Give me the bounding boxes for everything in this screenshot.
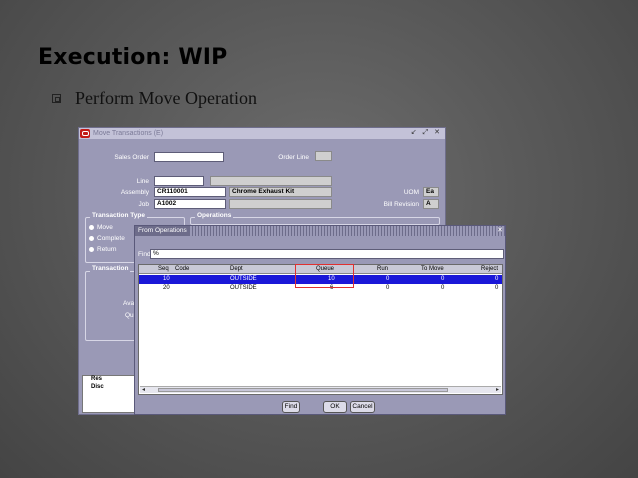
available-label: Ava xyxy=(123,300,135,307)
queue-highlight-box xyxy=(295,264,354,288)
lower-item-disc: Disc xyxy=(91,384,104,390)
cancel-button[interactable]: Cancel xyxy=(350,401,375,413)
radio-complete[interactable]: Complete xyxy=(89,235,125,242)
bill-revision-field: A xyxy=(423,199,439,209)
column-header-run[interactable]: Run xyxy=(377,266,388,272)
column-header-code[interactable]: Code xyxy=(175,266,189,272)
line-description-field xyxy=(210,176,332,186)
oracle-logo-icon xyxy=(80,129,90,138)
cell-reject: 0 xyxy=(495,285,499,291)
find-label: Find xyxy=(138,251,151,258)
window-titlebar: Move Transactions (E) ↙ ⤢ ✕ xyxy=(79,128,445,139)
assembly-description-field: Chrome Exhaust Kit xyxy=(229,187,332,197)
cell-dept: OUTSIDE xyxy=(230,276,257,282)
ok-button[interactable]: OK xyxy=(323,401,347,413)
quantity-label: Qu xyxy=(125,312,134,319)
close-icon[interactable]: ✕ xyxy=(497,226,503,236)
order-line-field[interactable] xyxy=(315,151,332,161)
cell-run: 0 xyxy=(386,285,390,291)
line-label: Line xyxy=(136,178,149,185)
column-header-dept[interactable]: Dept xyxy=(230,266,243,272)
job-description-field xyxy=(229,199,332,209)
job-label: Job xyxy=(138,201,149,208)
scroll-right-icon[interactable]: ▸ xyxy=(496,386,499,393)
from-operations-dialog: From Operations ✕ Find % Seq Code Dept Q… xyxy=(134,225,506,415)
bullet-icon xyxy=(52,94,61,103)
order-line-label: Order Line xyxy=(278,154,309,161)
window-controls[interactable]: ↙ ⤢ ✕ xyxy=(411,128,442,137)
radio-selected-icon xyxy=(89,225,94,230)
assembly-label: Assembly xyxy=(120,189,149,196)
cell-run: 0 xyxy=(386,276,390,282)
bill-revision-label: Bill Revision xyxy=(383,201,419,208)
line-field[interactable] xyxy=(154,176,204,186)
scroll-left-icon[interactable]: ◂ xyxy=(142,386,145,393)
lower-panel: Res Disc xyxy=(82,375,142,413)
column-header-to-move[interactable]: To Move xyxy=(421,266,444,272)
radio-icon xyxy=(89,247,94,252)
radio-complete-label: Complete xyxy=(97,235,125,242)
radio-icon xyxy=(89,236,94,241)
lower-item-res: Res xyxy=(91,376,103,382)
cell-to-move: 0 xyxy=(441,285,445,291)
bullet-text: Perform Move Operation xyxy=(75,88,257,108)
transaction-title: Transaction xyxy=(90,265,131,272)
radio-return[interactable]: Return xyxy=(89,246,117,253)
radio-move-label: Move xyxy=(97,224,113,231)
dialog-title: From Operations xyxy=(135,226,190,236)
horizontal-scrollbar[interactable]: ◂ ▸ xyxy=(140,386,501,393)
find-button[interactable]: Find xyxy=(282,401,300,413)
find-input[interactable]: % xyxy=(150,249,504,259)
column-header-reject[interactable]: Reject xyxy=(481,266,498,272)
radio-move[interactable]: Move xyxy=(89,224,113,231)
cell-reject: 0 xyxy=(495,276,499,282)
uom-field: Ea xyxy=(423,187,439,197)
radio-return-label: Return xyxy=(97,246,117,253)
uom-label: UOM xyxy=(403,189,419,196)
sales-order-field[interactable] xyxy=(154,152,224,162)
scrollbar-thumb[interactable] xyxy=(158,388,448,392)
cell-to-move: 0 xyxy=(441,276,445,282)
column-header-seq[interactable]: Seq xyxy=(158,266,169,272)
job-field[interactable]: A1002 xyxy=(154,199,226,209)
cell-seq: 20 xyxy=(163,285,170,291)
dialog-titlebar: From Operations ✕ xyxy=(135,226,505,236)
cell-seq: 10 xyxy=(163,276,170,282)
cell-dept: OUTSIDE xyxy=(230,285,257,291)
slide-title: Execution: WIP xyxy=(38,45,228,70)
assembly-field[interactable]: CR110001 xyxy=(154,187,226,197)
sales-order-label: Sales Order xyxy=(114,154,149,161)
bullet-item: Perform Move Operation xyxy=(52,88,257,109)
operations-title: Operations xyxy=(195,212,234,219)
window-title: Move Transactions (E) xyxy=(93,130,164,137)
transaction-type-title: Transaction Type xyxy=(90,212,147,219)
